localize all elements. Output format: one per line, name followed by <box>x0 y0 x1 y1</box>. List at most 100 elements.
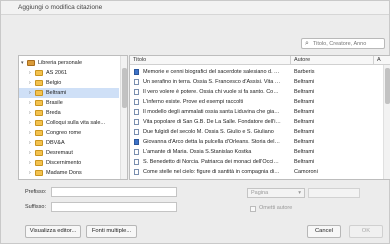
omit-author-checkbox[interactable] <box>250 206 256 212</box>
cell-author: Beltrami <box>294 149 315 155</box>
cell-author: Camoroni <box>294 169 318 175</box>
tree-item[interactable]: › Brasile <box>19 98 119 108</box>
tree-item-label: Belgio <box>46 80 62 86</box>
folder-icon <box>35 70 43 76</box>
table-row[interactable]: Il vero volere è potere. Ossia chi vuole… <box>130 87 385 97</box>
table-row[interactable]: S. Benedetto di Norcia. Patriarca dei mo… <box>130 157 385 167</box>
cancel-button[interactable]: Cancel <box>307 225 341 238</box>
cell-author: Barberis <box>294 69 315 75</box>
chevron-right-icon[interactable]: › <box>29 138 31 148</box>
citation-dialog: Aggiungi o modifica citazione ⌕ ▾ Libreri… <box>0 0 390 244</box>
folder-icon <box>35 100 43 106</box>
tree-item[interactable]: ▾ Libreria personale <box>19 58 119 68</box>
book-icon <box>134 139 139 145</box>
column-header-year[interactable]: A <box>377 57 381 63</box>
folder-icon <box>35 110 43 116</box>
folder-icon <box>35 120 43 126</box>
ok-button[interactable]: OK <box>349 225 383 238</box>
document-icon <box>134 89 139 95</box>
document-icon <box>134 169 139 175</box>
table-row[interactable]: Due fulgidi del secolo M. Ossia S. Giuli… <box>130 127 385 137</box>
cell-title: L'inferno esiste. Prove ed esempi raccol… <box>143 99 244 105</box>
table-row[interactable]: L'inferno esiste. Prove ed esempi raccol… <box>130 97 385 107</box>
chevron-right-icon[interactable]: › <box>29 108 31 118</box>
document-icon <box>134 109 139 115</box>
document-icon <box>134 79 139 85</box>
chevron-right-icon[interactable]: › <box>29 118 31 128</box>
show-editor-button[interactable]: Visualizza editor... <box>25 225 81 238</box>
chevron-right-icon[interactable]: › <box>29 128 31 138</box>
table-row[interactable]: Un serafino in terra. Ossia S. Francesco… <box>130 77 385 87</box>
chevron-right-icon[interactable]: › <box>29 158 31 168</box>
chevron-right-icon[interactable]: › <box>29 168 31 178</box>
table-row[interactable]: Giovanna d'Arco detta la pulcella d'Orle… <box>130 137 385 147</box>
cell-title: S. Benedetto di Norcia. Patriarca dei mo… <box>143 159 281 165</box>
chevron-right-icon[interactable]: › <box>29 78 31 88</box>
cell-author: Beltrami <box>294 89 315 95</box>
chevron-right-icon[interactable]: › <box>29 88 31 98</box>
cell-author: Beltrami <box>294 99 315 105</box>
table-scrollbar[interactable] <box>383 65 390 179</box>
search-input[interactable] <box>313 40 383 48</box>
tree-item[interactable]: › Desremaut <box>19 148 119 158</box>
tree-scrollbar-thumb[interactable] <box>122 68 127 108</box>
tree-item[interactable]: › Congreo rome <box>19 128 119 138</box>
chevron-down-icon[interactable]: ▾ <box>21 58 24 68</box>
chevron-right-icon[interactable]: › <box>29 148 31 158</box>
multiple-sources-button[interactable]: Fonti multiple... <box>86 225 137 238</box>
document-icon <box>134 119 139 125</box>
search-box[interactable]: ⌕ <box>301 38 385 49</box>
table-row[interactable]: L'amante di Maria. Ossia S.Stanislao Kos… <box>130 147 385 157</box>
tree-item[interactable]: › Beltrami <box>19 88 119 98</box>
tree-item[interactable]: › Discernimento <box>19 158 119 168</box>
tree-item[interactable]: › AS 2061 <box>19 68 119 78</box>
table-row[interactable]: Il modello degli ammalati ossia santa Li… <box>130 107 385 117</box>
cell-author: Beltrami <box>294 139 315 145</box>
suffix-field[interactable] <box>51 202 177 212</box>
library-icon <box>27 60 35 66</box>
tree-item-label: Libreria personale <box>38 60 83 66</box>
document-icon <box>134 159 139 165</box>
tree-item[interactable]: › Colloqui sulla vita sale... <box>19 118 119 128</box>
chevron-right-icon[interactable]: › <box>29 98 31 108</box>
folder-icon <box>35 130 43 136</box>
cell-title: Due fulgidi del secolo M. Ossia S. Giuli… <box>143 129 274 135</box>
folder-icon <box>35 80 43 86</box>
chevron-right-icon[interactable]: › <box>29 68 31 78</box>
table-row[interactable]: Come stelle nel cielo: figure di santità… <box>130 167 385 177</box>
prefix-field[interactable] <box>51 187 177 197</box>
table-scrollbar-thumb[interactable] <box>385 68 390 104</box>
cell-title: Giovanna d'Arco detta la pulcella d'Orle… <box>143 139 281 145</box>
tree-item[interactable]: › DBV&A <box>19 138 119 148</box>
tree-item-label: Congreo rome <box>46 130 82 136</box>
cell-title: Come stelle nel cielo: figure di santità… <box>143 169 281 175</box>
cell-title: L'amante di Maria. Ossia S.Stanislao Kos… <box>143 149 252 155</box>
cell-author: Beltrami <box>294 119 315 125</box>
suffix-label: Suffisso: <box>25 204 46 210</box>
tree-item[interactable]: › Breda <box>19 108 119 118</box>
locator-field[interactable] <box>308 188 360 198</box>
locator-select-value: Pagina <box>251 190 269 196</box>
table-row[interactable]: Vita popolare di San G.B. De La Salle. F… <box>130 117 385 127</box>
locator-select[interactable]: Pagina ▾ <box>247 188 305 198</box>
tree-item[interactable]: › Madame Dons <box>19 168 119 178</box>
column-header-title[interactable]: Titolo <box>133 57 146 63</box>
table-row[interactable]: Memorie e cenni biografici del sacerdote… <box>130 67 385 77</box>
column-header-author[interactable]: Autore <box>294 57 310 63</box>
folder-icon <box>35 90 43 96</box>
cell-title: Il modello degli ammalati ossia santa Li… <box>143 109 281 115</box>
document-icon <box>134 149 139 155</box>
tree-item-label: Discernimento <box>46 160 82 166</box>
tree-scrollbar[interactable] <box>120 56 127 179</box>
tree-item-label: Colloqui sulla vita sale... <box>46 120 106 126</box>
tree-item-label: DBV&A <box>46 140 65 146</box>
dialog-title: Aggiungi o modifica citazione <box>18 4 103 11</box>
book-icon <box>134 69 139 75</box>
document-icon <box>134 129 139 135</box>
folder-icon <box>35 160 43 166</box>
cell-author: Beltrami <box>294 129 315 135</box>
tree-item[interactable]: › Belgio <box>19 78 119 88</box>
folder-icon <box>35 170 43 176</box>
tree-item-label: AS 2061 <box>46 70 68 76</box>
document-icon <box>134 99 139 105</box>
